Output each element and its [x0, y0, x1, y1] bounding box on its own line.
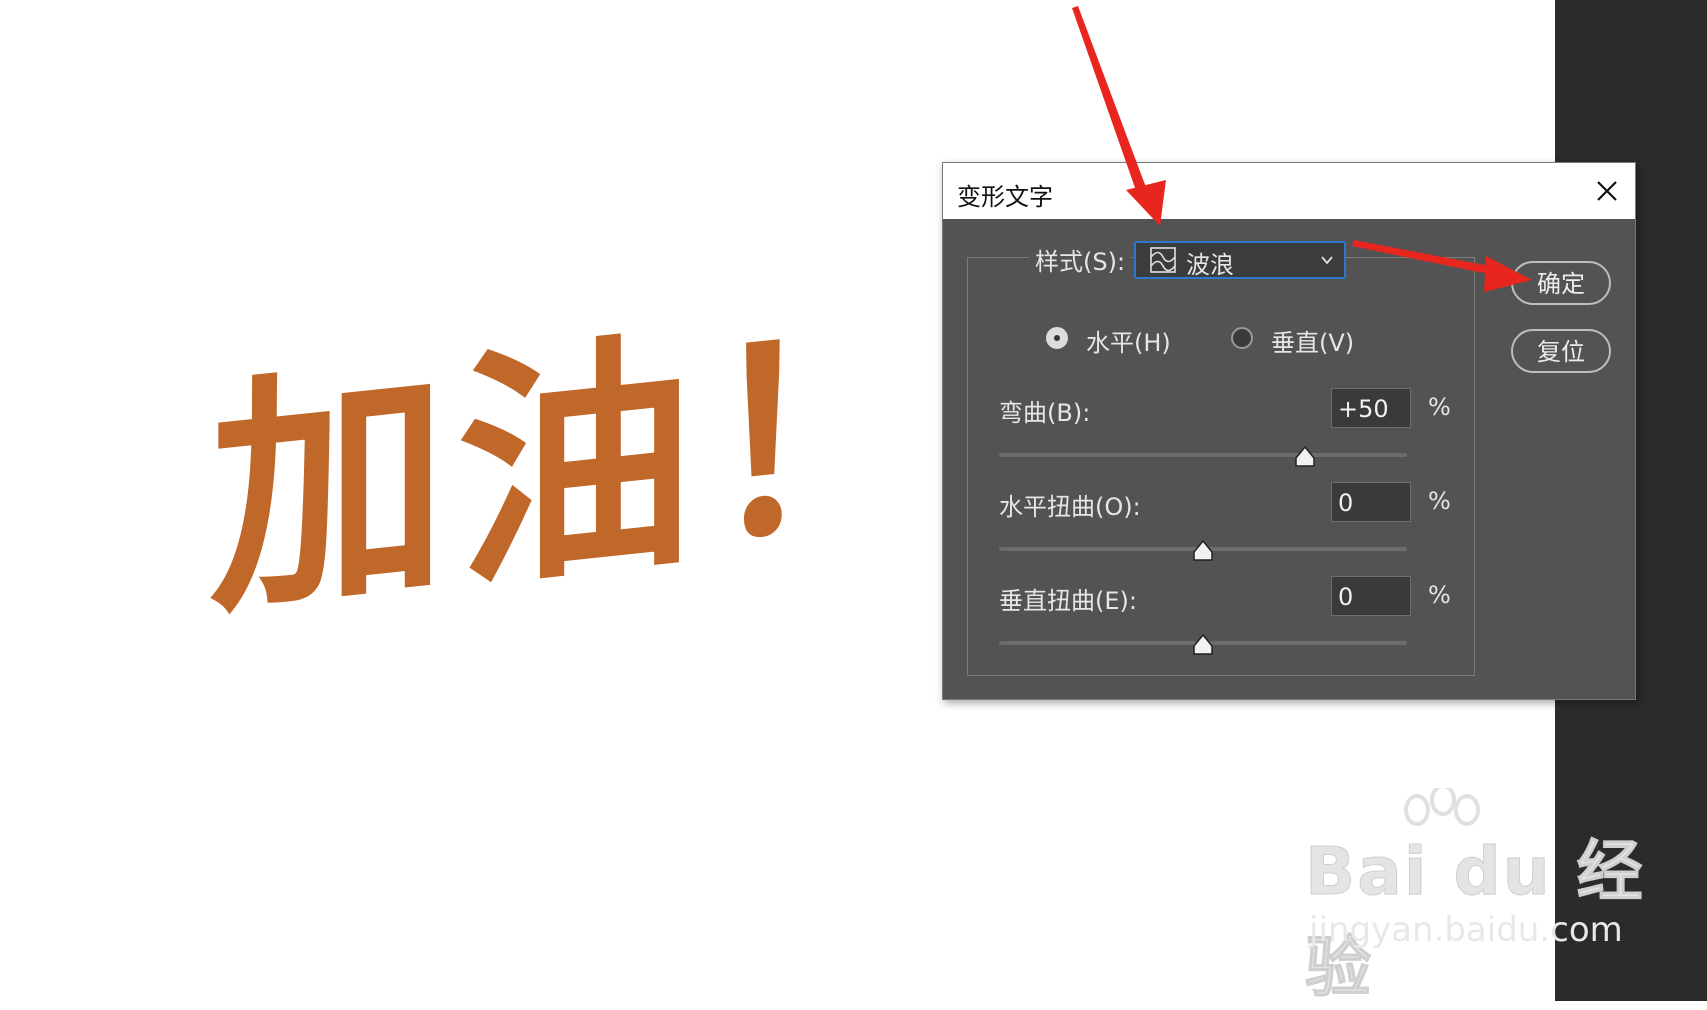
wave-style-icon [1150, 247, 1176, 273]
vertical-distortion-slider-thumb[interactable] [1191, 633, 1215, 657]
bend-label: 弯曲(B): [999, 399, 1091, 427]
close-icon [1597, 181, 1617, 201]
horizontal-distortion-slider-thumb[interactable] [1191, 539, 1215, 563]
bend-slider-thumb[interactable] [1293, 445, 1317, 469]
paw-logo-icon [1404, 788, 1480, 826]
bend-unit: % [1428, 393, 1451, 421]
close-button[interactable] [1587, 171, 1627, 211]
style-dropdown-value: 波浪 [1186, 251, 1234, 279]
horizontal-distortion-label: 水平扭曲(O): [999, 493, 1141, 521]
chevron-down-icon [1321, 256, 1333, 265]
warp-text-dialog: 变形文字 样式(S): 波浪 水平(H) 垂直(V) 弯曲(B): +50 % [942, 162, 1636, 700]
radio-vertical-label: 垂直(V) [1271, 329, 1355, 357]
style-dropdown[interactable]: 波浪 [1134, 241, 1346, 279]
vertical-distortion-unit: % [1428, 581, 1451, 609]
radio-vertical[interactable]: 垂直(V) [1231, 323, 1391, 357]
vertical-distortion-input[interactable]: 0 [1331, 576, 1411, 616]
bend-slider-track[interactable] [999, 453, 1407, 457]
warped-text-layer: 加油！ [209, 280, 951, 649]
bend-input[interactable]: +50 [1331, 388, 1411, 428]
reset-button[interactable]: 复位 [1511, 329, 1611, 373]
ok-button[interactable]: 确定 [1511, 261, 1611, 305]
radio-vertical-indicator [1231, 327, 1253, 349]
dialog-titlebar: 变形文字 [943, 163, 1635, 219]
horizontal-distortion-input[interactable]: 0 [1331, 482, 1411, 522]
dialog-title: 变形文字 [957, 183, 1053, 211]
radio-horizontal[interactable]: 水平(H) [1046, 323, 1206, 357]
style-label: 样式(S): [1029, 242, 1132, 277]
baidu-jingyan-watermark: Bai du 经验 jingyan.baidu.com [1305, 788, 1707, 1010]
radio-horizontal-label: 水平(H) [1086, 329, 1171, 357]
radio-horizontal-indicator [1046, 327, 1068, 349]
watermark-url: jingyan.baidu.com [1309, 910, 1623, 950]
horizontal-distortion-unit: % [1428, 487, 1451, 515]
vertical-distortion-label: 垂直扭曲(E): [999, 587, 1137, 615]
